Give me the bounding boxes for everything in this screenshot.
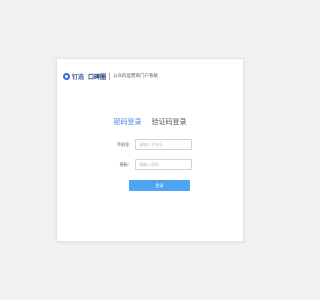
phone-row: 手机号: xyxy=(117,139,192,150)
portal-name: 公众的运营商门户系统 xyxy=(113,74,159,79)
phone-input[interactable] xyxy=(135,139,192,150)
tab-password-login[interactable]: 密码登录 xyxy=(114,117,142,127)
login-card: 钉选 口碑圈 公众的运营商门户系统 密码登录 验证码登录 手机号: 密码: 登录 xyxy=(56,58,244,242)
logo-text: 钉选 xyxy=(72,73,85,81)
header: 钉选 口碑圈 公众的运营商门户系统 xyxy=(63,71,158,81)
tab-code-login[interactable]: 验证码登录 xyxy=(152,117,187,127)
brand-name: 口碑圈 xyxy=(88,73,107,81)
login-button[interactable]: 登录 xyxy=(129,180,190,191)
password-input[interactable] xyxy=(135,159,192,170)
phone-label: 手机号: xyxy=(117,141,131,147)
password-label: 密码: xyxy=(119,161,129,167)
logo-icon xyxy=(63,72,70,80)
password-row: 密码: xyxy=(117,159,192,170)
header-divider xyxy=(109,72,111,80)
login-tabs: 密码登录 验证码登录 xyxy=(57,117,243,127)
